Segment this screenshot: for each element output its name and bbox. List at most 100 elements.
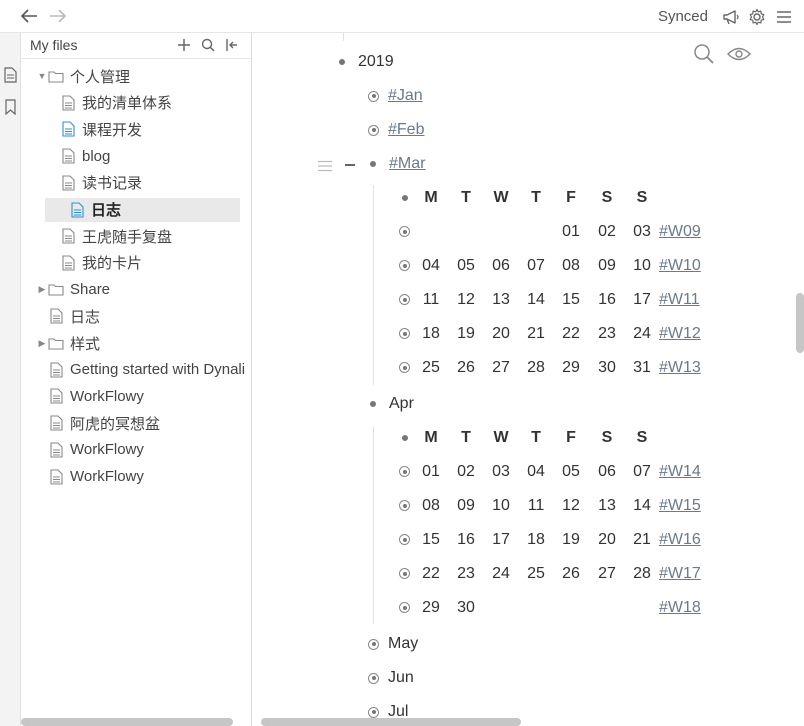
collapsed-bullet-icon[interactable] [368, 124, 379, 136]
week-tag-link[interactable]: #W14 [659, 463, 701, 481]
tree-file[interactable]: Getting started with Dynali [36, 358, 251, 382]
day-number: 18 [527, 531, 545, 548]
forward-arrow-icon[interactable] [47, 6, 69, 26]
collapsed-bullet-icon[interactable] [399, 602, 410, 613]
month-node[interactable]: May [368, 632, 418, 656]
tree-file[interactable]: 课程开发 [60, 117, 251, 141]
year-node[interactable]: 2019 [339, 50, 394, 74]
weekday-header-row[interactable]: MTWTFSS [253, 426, 793, 450]
tree-item-label: 读书记录 [82, 175, 143, 193]
eye-icon[interactable] [727, 43, 751, 65]
collapsed-bullet-icon[interactable] [399, 466, 410, 477]
week-tag-link[interactable]: #W10 [659, 257, 701, 275]
main-horizontal-scrollbar[interactable] [261, 718, 521, 726]
week-row[interactable]: 25 26 27 28 29 30 31 #W13 [253, 356, 793, 380]
back-arrow-icon[interactable] [18, 6, 40, 26]
bullet-icon[interactable] [370, 161, 376, 167]
collapsed-bullet-icon[interactable] [368, 638, 379, 650]
tree-file[interactable]: 日志 [45, 197, 240, 222]
add-icon[interactable] [176, 37, 192, 53]
collapse-toggle-icon[interactable] [345, 164, 355, 166]
week-row[interactable]: 01 02 03 04 05 06 07 #W14 [253, 460, 793, 484]
collapsed-arrow-icon[interactable]: ▶ [36, 338, 48, 349]
week-tag-link[interactable]: #W11 [659, 291, 700, 309]
document-icon [48, 362, 64, 378]
collapsed-bullet-icon[interactable] [399, 534, 410, 545]
month-node[interactable]: #Jan [368, 84, 423, 108]
week-tag-link[interactable]: #W17 [659, 565, 701, 583]
week-row[interactable]: 04 05 06 07 08 09 10 #W10 [253, 254, 793, 278]
bullet-icon[interactable] [402, 195, 408, 201]
day-number: 27 [598, 565, 616, 582]
tree-file[interactable]: 日志 [36, 304, 251, 328]
bullet-icon[interactable] [370, 401, 376, 407]
tree-file[interactable]: 读书记录 [60, 171, 251, 195]
month-node[interactable]: #Mar [370, 152, 425, 176]
collapsed-bullet-icon[interactable] [399, 328, 410, 339]
tree-file[interactable]: 王虎随手复盘 [60, 224, 251, 248]
month-node[interactable]: Jun [368, 666, 414, 690]
collapsed-bullet-icon[interactable] [368, 706, 379, 718]
tree-file[interactable]: WorkFlowy [36, 465, 251, 489]
day-number: 30 [598, 359, 616, 376]
collapsed-bullet-icon[interactable] [399, 568, 410, 579]
tree-file[interactable]: 阿虎的冥想盆 [36, 411, 251, 435]
collapsed-bullet-icon[interactable] [399, 260, 410, 271]
week-tag-link[interactable]: #W18 [659, 599, 701, 617]
day-number: 16 [457, 531, 475, 548]
collapsed-bullet-icon[interactable] [399, 362, 410, 373]
week-tag-link[interactable]: #W15 [659, 497, 701, 515]
day-number [521, 220, 551, 244]
bullet-icon[interactable] [339, 59, 345, 65]
tree-file[interactable]: WorkFlowy [36, 384, 251, 408]
week-row[interactable]: 01 02 03 #W09 [253, 220, 793, 244]
week-tag-link[interactable]: #W13 [659, 359, 701, 377]
collapsed-bullet-icon[interactable] [399, 500, 410, 511]
megaphone-icon[interactable] [721, 7, 741, 27]
collapsed-arrow-icon[interactable]: ▶ [36, 284, 48, 295]
week-row[interactable]: 22 23 24 25 26 27 28 #W17 [253, 562, 793, 586]
files-panel-icon[interactable] [4, 67, 17, 83]
bookmark-icon[interactable] [4, 99, 17, 116]
tree-file[interactable]: 我的清单体系 [60, 91, 251, 115]
search-icon[interactable] [693, 43, 715, 65]
tree-folder[interactable]: ▶ 样式 [36, 331, 251, 355]
month-node[interactable]: Apr [370, 392, 414, 416]
gear-icon[interactable] [747, 7, 767, 27]
day-number: 30 [457, 599, 475, 616]
week-row[interactable]: 18 19 20 21 22 23 24 #W12 [253, 322, 793, 346]
main-vertical-scrollbar[interactable] [796, 293, 804, 353]
tag-link[interactable]: #Jan [388, 87, 423, 105]
collapsed-bullet-icon[interactable] [368, 90, 379, 102]
left-rail [0, 33, 21, 726]
month-node[interactable]: #Feb [368, 118, 424, 142]
weekday-header-row[interactable]: MTWTFSS [253, 186, 793, 210]
tag-link[interactable]: #Mar [389, 155, 425, 173]
week-tag-link[interactable]: #W12 [659, 325, 701, 343]
week-row[interactable]: 15 16 17 18 19 20 21 #W16 [253, 528, 793, 552]
week-tag-link[interactable]: #W09 [659, 223, 701, 241]
bullet-icon[interactable] [402, 435, 408, 441]
weekday-label: S [601, 429, 613, 446]
sidebar-horizontal-scrollbar[interactable] [21, 718, 233, 726]
tree-file[interactable]: blog [60, 144, 251, 168]
tree-file[interactable]: WorkFlowy [36, 438, 251, 462]
tree-folder[interactable]: ▼ 个人管理 [36, 64, 251, 88]
tree-file[interactable]: 我的卡片 [60, 251, 251, 275]
week-row[interactable]: 29 30 #W18 [253, 596, 793, 620]
week-tag-link[interactable]: #W16 [659, 531, 701, 549]
search-icon[interactable] [200, 37, 216, 53]
expanded-arrow-icon[interactable]: ▼ [36, 71, 48, 81]
drag-handle-icon[interactable] [317, 159, 333, 172]
day-number: 25 [527, 565, 545, 582]
collapsed-bullet-icon[interactable] [368, 672, 379, 684]
week-row[interactable]: 11 12 13 14 15 16 17 #W11 [253, 288, 793, 312]
tag-link[interactable]: #Feb [388, 121, 424, 139]
week-row[interactable]: 08 09 10 11 12 13 14 #W15 [253, 494, 793, 518]
tree-folder[interactable]: ▶ Share [36, 278, 251, 302]
collapsed-bullet-icon[interactable] [399, 226, 410, 237]
menu-icon[interactable] [774, 7, 794, 27]
folder-icon [48, 335, 64, 351]
collapsed-bullet-icon[interactable] [399, 294, 410, 305]
collapse-sidebar-icon[interactable] [224, 37, 240, 53]
